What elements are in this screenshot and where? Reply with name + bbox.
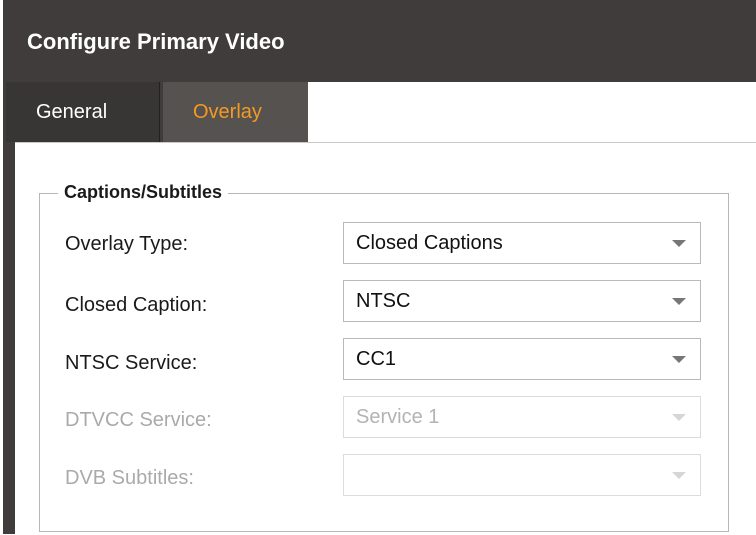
closed-caption-select[interactable]: NTSC [343, 280, 701, 322]
overlay-type-label: Overlay Type: [65, 233, 189, 255]
ntsc-service-value: CC1 [356, 348, 397, 370]
dialog-title: Configure Primary Video [27, 29, 285, 54]
dtvcc-service-select: Service 1 [343, 396, 701, 438]
overlay-type-select[interactable]: Closed Captions [343, 222, 701, 264]
tab-strip: General Overlay [6, 82, 756, 142]
dtvcc-service-label: DTVCC Service: [65, 409, 212, 431]
chevron-down-icon [672, 240, 686, 247]
dvb-subtitles-select [343, 454, 701, 496]
closed-caption-value: NTSC [356, 290, 411, 312]
dvb-subtitles-label: DVB Subtitles: [65, 467, 194, 489]
closed-caption-label: Closed Caption: [65, 294, 208, 316]
tab-overlay[interactable]: Overlay [163, 82, 308, 142]
chevron-down-icon [672, 414, 686, 421]
overlay-tab-panel: Captions/Subtitles Overlay Type: Closed … [15, 142, 756, 535]
dtvcc-service-value: Service 1 [356, 406, 440, 428]
overlay-type-value: Closed Captions [356, 232, 503, 254]
chevron-down-icon [672, 298, 686, 305]
captions-subtitles-legend: Captions/Subtitles [58, 182, 229, 203]
tab-strip-filler [308, 82, 756, 142]
chevron-down-icon [672, 356, 686, 363]
tab-general[interactable]: General [6, 82, 160, 142]
ntsc-service-label: NTSC Service: [65, 352, 198, 374]
chevron-down-icon [672, 472, 686, 479]
ntsc-service-select[interactable]: CC1 [343, 338, 701, 380]
